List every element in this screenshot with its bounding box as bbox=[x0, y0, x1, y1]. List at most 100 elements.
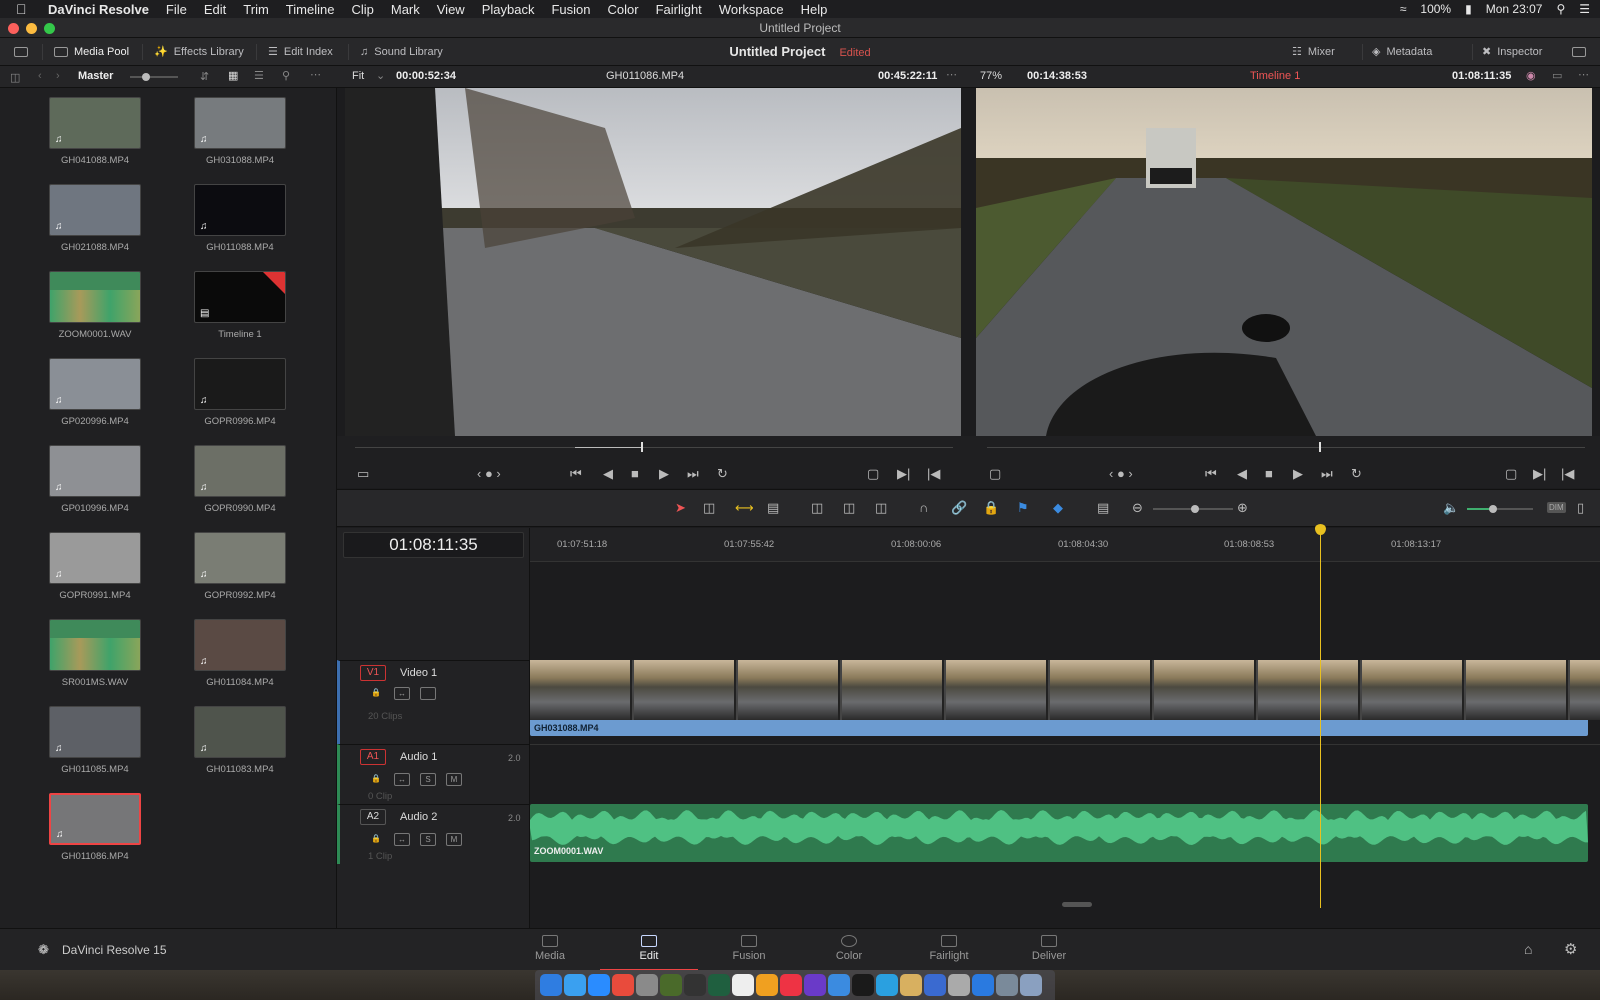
effects-library-button[interactable]: ✨ Effects Library bbox=[154, 38, 244, 66]
page-fusion[interactable]: Fusion bbox=[700, 929, 798, 971]
a1-badge[interactable]: A1 bbox=[360, 749, 386, 765]
source-viewer[interactable] bbox=[345, 88, 961, 436]
source-options-icon[interactable]: ⋯ bbox=[946, 68, 957, 81]
menu-clip[interactable]: Clip bbox=[351, 2, 373, 17]
media-pool-clip[interactable]: ZOOM0001.WAV bbox=[49, 271, 141, 340]
timeline-jog-icon[interactable]: ‹ ● › bbox=[1109, 466, 1133, 481]
media-pool-clip[interactable]: ♫ GH041088.MP4 bbox=[49, 97, 141, 166]
menu-fusion[interactable]: Fusion bbox=[551, 2, 590, 17]
mark-out-icon[interactable]: |◀ bbox=[927, 466, 940, 482]
dock-app-icon[interactable] bbox=[684, 974, 706, 996]
menu-color[interactable]: Color bbox=[607, 2, 638, 17]
a1-lock-icon[interactable]: 🔒 bbox=[368, 773, 384, 786]
dock-app-icon[interactable] bbox=[732, 974, 754, 996]
dock-app-icon[interactable] bbox=[924, 974, 946, 996]
marker-icon[interactable]: ◆ bbox=[1053, 500, 1063, 516]
media-pool-clip[interactable]: ♫ GH021088.MP4 bbox=[49, 184, 141, 253]
battery-icon[interactable]: ▮ bbox=[1465, 2, 1472, 16]
timeline-play-icon[interactable]: ▶ bbox=[1293, 466, 1303, 482]
menu-mark[interactable]: Mark bbox=[391, 2, 420, 17]
edit-index-button[interactable]: ☰ Edit Index bbox=[268, 38, 333, 66]
volume-slider[interactable] bbox=[1467, 505, 1533, 513]
match-frame-icon[interactable]: ▢ bbox=[867, 466, 879, 482]
a1-name[interactable]: Audio 1 bbox=[400, 751, 437, 763]
a2-solo-button[interactable]: S bbox=[420, 833, 436, 846]
replace-clip-icon[interactable]: ◫ bbox=[875, 500, 887, 516]
lock-icon[interactable]: 🔒 bbox=[368, 687, 384, 700]
page-fairlight[interactable]: Fairlight bbox=[900, 929, 998, 971]
trim-tool-icon[interactable]: ◫ bbox=[703, 500, 715, 516]
home-icon[interactable]: ⌂ bbox=[1524, 941, 1532, 957]
settings-gear-icon[interactable]: ⚙ bbox=[1564, 940, 1577, 958]
a1-auto-select-icon[interactable]: ↔ bbox=[394, 773, 410, 786]
position-lock-icon[interactable]: 🔒 bbox=[983, 500, 999, 516]
dock-app-icon[interactable] bbox=[948, 974, 970, 996]
dynamic-trim-icon[interactable]: ⟷ bbox=[735, 500, 754, 516]
menu-playback[interactable]: Playback bbox=[482, 2, 535, 17]
dock-app-icon[interactable] bbox=[564, 974, 586, 996]
flag-icon[interactable]: ⚑ bbox=[1017, 500, 1029, 516]
source-clip-name[interactable]: GH011086.MP4 bbox=[606, 70, 684, 82]
timeline-play-reverse-icon[interactable]: ◀ bbox=[1237, 466, 1247, 482]
selection-tool-icon[interactable]: ➤ bbox=[675, 500, 686, 516]
timeline-playhead[interactable] bbox=[1320, 528, 1321, 908]
page-media[interactable]: Media bbox=[501, 929, 599, 971]
media-pool-clip[interactable]: ♫ GH011084.MP4 bbox=[194, 619, 286, 688]
timeline-mark-out-icon[interactable]: |◀ bbox=[1561, 466, 1574, 482]
play-icon[interactable]: ▶ bbox=[659, 466, 669, 482]
menu-workspace[interactable]: Workspace bbox=[719, 2, 784, 17]
media-pool-clip[interactable]: ♫ GH011086.MP4 bbox=[49, 793, 141, 862]
more-options-icon[interactable]: ⋯ bbox=[310, 68, 321, 81]
menu-app[interactable]: DaVinci Resolve bbox=[48, 2, 149, 17]
dock-app-icon[interactable] bbox=[804, 974, 826, 996]
inspector-button[interactable]: ✖ Inspector bbox=[1482, 38, 1542, 66]
timeline-scrubber[interactable] bbox=[987, 447, 1585, 448]
expand-icon[interactable] bbox=[1572, 38, 1586, 66]
source-playhead[interactable] bbox=[641, 442, 643, 452]
dock-app-icon[interactable] bbox=[1020, 974, 1042, 996]
volume-icon[interactable]: 🔈 bbox=[1443, 500, 1459, 516]
timeline-zoom-slider[interactable] bbox=[1153, 505, 1233, 513]
sort-icon[interactable]: ⇵ bbox=[200, 70, 209, 83]
insert-clip-icon[interactable]: ◫ bbox=[811, 500, 823, 516]
record-zoom-select[interactable]: 77% bbox=[980, 70, 1002, 82]
media-pool-button[interactable]: Media Pool bbox=[54, 38, 129, 66]
forward-icon[interactable]: › bbox=[56, 70, 60, 82]
page-color[interactable]: Color bbox=[800, 929, 898, 971]
media-pool-clip[interactable]: ♫ GOPR0992.MP4 bbox=[194, 532, 286, 601]
go-to-end-icon[interactable]: ⏭ bbox=[687, 466, 699, 482]
snapping-icon[interactable]: ∩ bbox=[919, 500, 928, 515]
notification-center-icon[interactable]: ☰ bbox=[1579, 2, 1590, 16]
timeline-mark-in-icon[interactable]: ▶| bbox=[1533, 466, 1546, 482]
dock-app-icon[interactable] bbox=[996, 974, 1018, 996]
thumbnail-size-slider[interactable] bbox=[130, 73, 178, 81]
loop-icon[interactable]: ↻ bbox=[717, 466, 728, 482]
timeline-viewer-playhead[interactable] bbox=[1319, 442, 1321, 452]
media-pool-clip[interactable]: ♫ GH011083.MP4 bbox=[194, 706, 286, 775]
viewer-mode-icon[interactable]: ▭ bbox=[1552, 69, 1562, 82]
dock-app-icon[interactable] bbox=[636, 974, 658, 996]
dock-app-icon[interactable] bbox=[852, 974, 874, 996]
menu-timeline[interactable]: Timeline bbox=[286, 2, 335, 17]
audio-meter-icon[interactable]: ▯ bbox=[1577, 500, 1584, 516]
timeline-area[interactable]: 01:07:51:18 01:07:55:42 01:08:00:06 01:0… bbox=[530, 524, 1600, 928]
a2-lock-icon[interactable]: 🔒 bbox=[368, 833, 384, 846]
timeline-scrollbar[interactable] bbox=[1062, 902, 1092, 907]
color-wheel-icon[interactable]: ◉ bbox=[1526, 69, 1536, 82]
page-deliver[interactable]: Deliver bbox=[1000, 929, 1098, 971]
dock-app-icon[interactable] bbox=[588, 974, 610, 996]
jog-icon[interactable]: ‹ ● › bbox=[477, 466, 501, 481]
a2-name[interactable]: Audio 2 bbox=[400, 811, 437, 823]
track-header-a1[interactable]: A1 Audio 1 2.0 🔒 ↔ S M 0 Clip bbox=[337, 744, 530, 804]
zoom-out-icon[interactable]: ⊖ bbox=[1132, 500, 1143, 516]
media-pool-clip[interactable]: ♫ GOPR0991.MP4 bbox=[49, 532, 141, 601]
timeline-ruler[interactable]: 01:07:51:18 01:07:55:42 01:08:00:06 01:0… bbox=[530, 528, 1600, 562]
timeline-match-frame-icon[interactable]: ▢ bbox=[1505, 466, 1517, 482]
dock-app-icon[interactable] bbox=[828, 974, 850, 996]
dock-app-icon[interactable] bbox=[660, 974, 682, 996]
stop-icon[interactable]: ■ bbox=[631, 466, 639, 481]
media-pool-clip[interactable]: ▤ Timeline 1 bbox=[194, 271, 286, 340]
source-zoom-select[interactable]: Fit bbox=[352, 70, 364, 82]
track-header-v1[interactable]: V1 Video 1 🔒 ↔ 20 Clips bbox=[337, 660, 530, 744]
record-options-icon[interactable]: ⋯ bbox=[1578, 68, 1589, 81]
